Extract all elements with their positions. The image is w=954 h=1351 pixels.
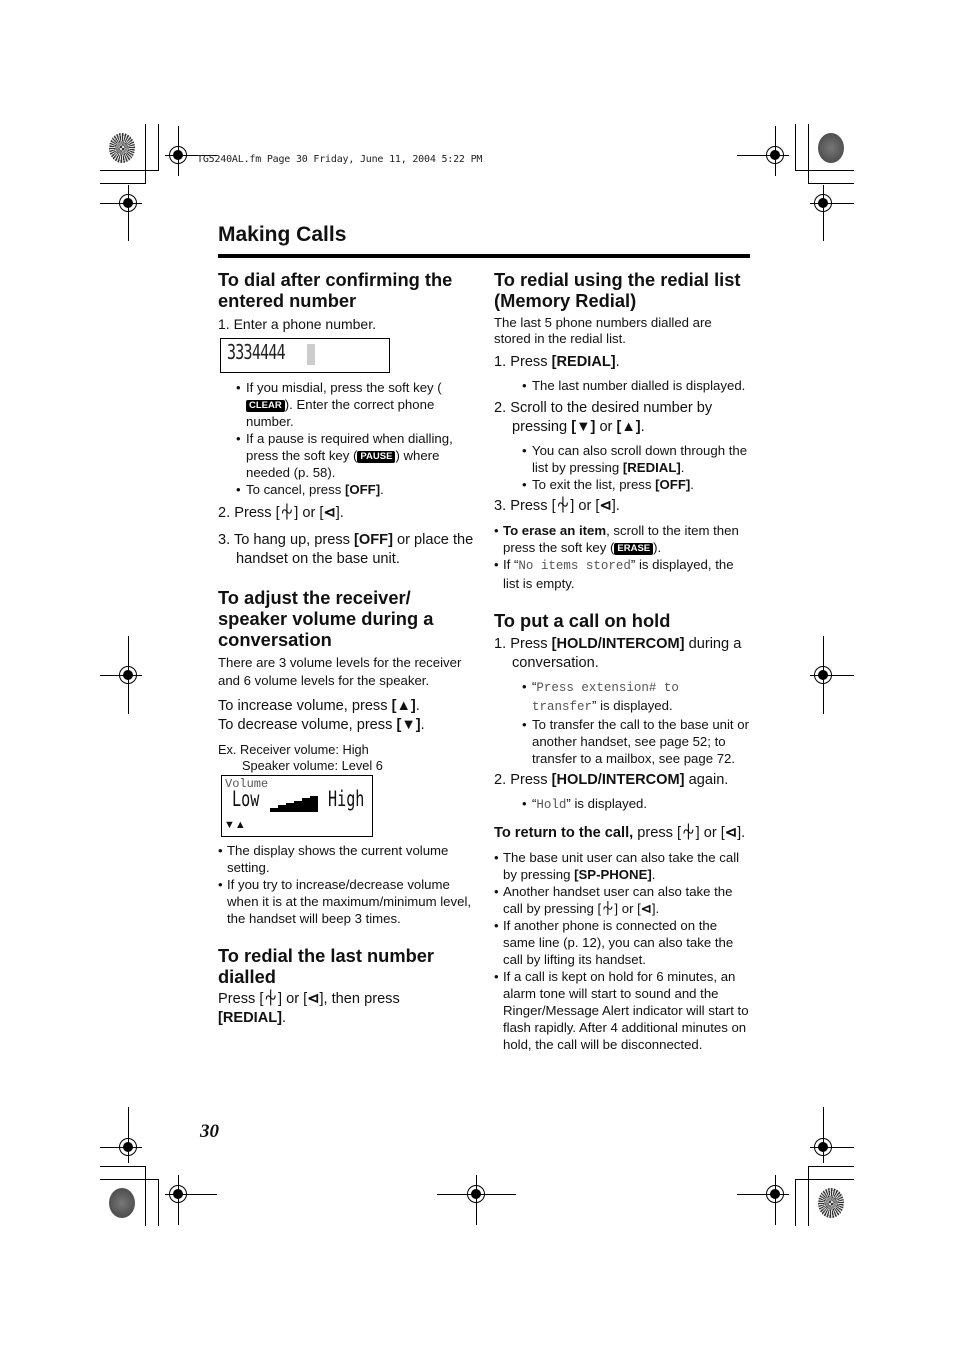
bullet-list: You can also scroll down through the lis… (494, 442, 750, 493)
bullet-item: The display shows the current volume set… (218, 842, 474, 876)
registration-dial-icon (109, 133, 135, 163)
page-number: 30 (200, 1121, 219, 1142)
lcd-cursor (307, 344, 315, 365)
bullet-list: The base unit user can also take the cal… (494, 849, 750, 1053)
erase-softkey: ERASE (614, 543, 654, 555)
bullet-list: “Press extension# to transfer” is displa… (494, 678, 750, 767)
put-call-on-hold-section: To put a call on hold 1. Press [HOLD/INT… (494, 610, 750, 1053)
step-1: 1. Press [REDIAL]. (494, 354, 620, 370)
section-heading: To redial using the redial list (Memory … (494, 269, 741, 311)
bullet-item: The last number dialled is displayed. (522, 377, 750, 394)
bullet-item: If you misdial, press the soft key (CLEA… (236, 379, 474, 430)
talk-icon: ⏆ (555, 498, 571, 514)
bullet-item: To erase an item, scroll to the item the… (494, 522, 750, 556)
lcd-low: Low (232, 787, 260, 811)
talk-icon: ⏆ (279, 505, 295, 521)
step-1: 1. Press [HOLD/INTERCOM] during a conver… (494, 636, 742, 671)
section-heading: To put a call on hold (494, 610, 671, 631)
dial-after-confirming-section: To dial after confirming the entered num… (218, 269, 474, 569)
speaker-icon: ⊲ (724, 825, 738, 841)
bullet-item: To transfer the call to the base unit or… (522, 716, 750, 767)
volume-lcd: Volume Low High ▼▲ (221, 775, 373, 837)
volume-level-bar (302, 798, 310, 812)
increase-text: To increase volume, press [▲]. (218, 698, 420, 714)
step-3: 3. Press [⏆] or [⊲]. (494, 498, 620, 514)
bullet-item: If a pause is required when dialling, pr… (236, 430, 474, 481)
step-1: 1. Enter a phone number. (218, 316, 376, 332)
speaker-icon: ⊲ (640, 901, 652, 916)
section-title: Making Calls (218, 223, 347, 246)
bullet-item: If you try to increase/decrease volume w… (218, 876, 474, 927)
registration-dial-icon (818, 133, 844, 163)
print-stamp: TG5240AL.fm Page 30 Friday, June 11, 200… (197, 154, 483, 165)
bullet-list: The display shows the current volume set… (218, 842, 474, 927)
redial-last-section: To redial the last number dialled Press … (218, 945, 474, 1028)
bullet-item: “Press extension# to transfer” is displa… (522, 678, 750, 716)
lcd-display: 3334444 (220, 338, 390, 373)
bullet-item: “Hold” is displayed. (522, 795, 750, 814)
bullet-item: If a call is kept on hold for 6 minutes,… (494, 968, 750, 1053)
step-2: 2. Scroll to the desired number by press… (494, 400, 713, 435)
intro-text: The last 5 phone numbers dialled are sto… (494, 315, 712, 346)
pause-softkey: PAUSE (357, 451, 396, 463)
bullet-list: “Hold” is displayed. (494, 795, 750, 814)
title-rule (218, 254, 750, 258)
registration-dial-icon (109, 1188, 135, 1218)
intro-text: There are 3 volume levels for the receiv… (218, 655, 462, 688)
bullet-item: To exit the list, press [OFF]. (522, 476, 750, 493)
decrease-text: To decrease volume, press [▼]. (218, 717, 425, 733)
step-3: 3. To hang up, press [OFF] or place the … (218, 532, 474, 567)
bullet-list: If you misdial, press the soft key (CLEA… (218, 379, 474, 498)
talk-icon: ⏆ (681, 825, 696, 841)
talk-icon: ⏆ (601, 901, 615, 916)
bullet-list: The last number dialled is displayed. (494, 377, 750, 394)
speaker-icon: ⊲ (599, 498, 612, 514)
speaker-icon: ⊲ (307, 991, 320, 1007)
step-2: 2. Press [HOLD/INTERCOM] again. (494, 772, 729, 788)
step-2: 2. Press [⏆] or [⊲]. (218, 505, 344, 521)
volume-bar-graph (270, 796, 318, 812)
bullet-list: To erase an item, scroll to the item the… (494, 522, 750, 592)
registration-dial-icon (818, 1188, 844, 1218)
return-to-call-text: To return to the call, press [⏆] or [⊲]. (494, 825, 746, 841)
volume-level-bar (310, 796, 318, 812)
adjust-volume-section: To adjust the receiver/ speaker volume d… (218, 587, 474, 927)
clear-softkey: CLEAR (246, 400, 285, 412)
section-heading: To dial after confirming the entered num… (218, 269, 453, 311)
section-heading: To adjust the receiver/ speaker volume d… (218, 587, 434, 650)
bullet-item: To cancel, press [OFF]. (236, 481, 474, 498)
lcd-arrows-icon: ▼▲ (224, 819, 246, 831)
section-heading: To redial the last number dialled (218, 945, 435, 987)
volume-level-bar (278, 805, 286, 812)
bullet-item: If another phone is connected on the sam… (494, 917, 750, 968)
lcd-number: 3334444 (227, 340, 286, 364)
left-column: To dial after confirming the entered num… (218, 269, 474, 1028)
talk-icon: ⏆ (263, 991, 279, 1007)
volume-level-bar (286, 803, 294, 812)
example-line: Speaker volume: Level 6 (242, 758, 383, 773)
bullet-item: The base unit user can also take the cal… (494, 849, 750, 883)
memory-redial-section: To redial using the redial list (Memory … (494, 269, 750, 592)
bullet-item: If “No items stored” is displayed, the l… (494, 556, 750, 592)
speaker-icon: ⊲ (323, 505, 336, 521)
example-line: Ex. Receiver volume: High (218, 742, 369, 757)
right-column: To redial using the redial list (Memory … (494, 269, 750, 1057)
bullet-item: You can also scroll down through the lis… (522, 442, 750, 476)
lcd-high: High (328, 787, 365, 811)
volume-level-bar (294, 801, 302, 812)
volume-level-bar (270, 808, 278, 812)
redial-text: Press [⏆] or [⊲], then press [REDIAL]. (218, 991, 400, 1026)
bullet-item: Another handset user can also take the c… (494, 883, 750, 917)
